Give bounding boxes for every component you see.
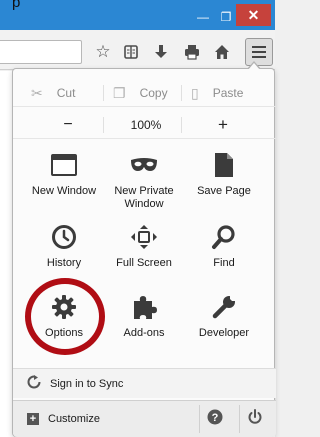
- private-mask-icon: [101, 147, 187, 183]
- new-private-window-button[interactable]: New Private Window: [101, 147, 187, 211]
- divider: [181, 85, 182, 101]
- history-label: History: [46, 257, 82, 269]
- quit-button[interactable]: [239, 405, 269, 433]
- history-clock-icon: [21, 219, 107, 255]
- print-icon[interactable]: [181, 41, 203, 63]
- help-icon: ?: [207, 409, 223, 430]
- options-highlight-annotation: [25, 278, 105, 355]
- copy-label: Copy: [139, 86, 168, 100]
- sign-in-to-sync-button[interactable]: Sign in to Sync: [13, 368, 276, 398]
- divider: [103, 117, 104, 133]
- save-page-label: Save Page: [197, 185, 251, 197]
- developer-label: Developer: [198, 327, 250, 339]
- developer-button[interactable]: Developer: [181, 289, 267, 340]
- new-private-window-label: New Private Window: [114, 185, 174, 210]
- sync-label: Sign in to Sync: [50, 377, 124, 390]
- new-window-icon: [21, 147, 107, 183]
- add-ons-label: Add-ons: [123, 327, 165, 339]
- customize-button[interactable]: + Customize: [27, 409, 100, 429]
- customize-plus-icon: +: [27, 413, 39, 425]
- cut-label: Cut: [56, 86, 76, 100]
- new-window-button[interactable]: New Window: [21, 147, 107, 198]
- clipboard-icon: ▯: [191, 84, 199, 101]
- paste-button[interactable]: ▯ Paste: [191, 83, 243, 103]
- history-button[interactable]: History: [21, 219, 107, 270]
- full-screen-label: Full Screen: [116, 257, 172, 269]
- menu-footer: + Customize ?: [13, 400, 276, 437]
- sync-icon: [27, 375, 41, 392]
- reading-list-icon[interactable]: [120, 41, 142, 63]
- developer-wrench-icon: [181, 289, 267, 325]
- divider: [103, 85, 104, 101]
- divider: [181, 117, 182, 133]
- window-titlebar: p — ❐ ✕: [0, 0, 275, 30]
- find-button[interactable]: Find: [181, 219, 267, 270]
- zoom-out-button[interactable]: −: [53, 115, 83, 135]
- find-magnifier-icon: [181, 219, 267, 255]
- power-icon: [247, 408, 263, 430]
- full-screen-button[interactable]: Full Screen: [101, 219, 187, 270]
- panel-arrow-fill: [248, 63, 260, 70]
- window-title: p: [12, 0, 21, 11]
- navigation-toolbar: ☆: [0, 30, 275, 70]
- add-ons-button[interactable]: Add-ons: [101, 289, 187, 340]
- edit-controls-row: ✂ Cut ❐ Copy ▯ Paste: [13, 77, 276, 107]
- save-page-icon: [181, 147, 267, 183]
- zoom-controls-row: − 100% +: [13, 109, 276, 139]
- menu-icon: [252, 46, 266, 48]
- addons-puzzle-icon: [101, 289, 187, 325]
- fullscreen-icon: [101, 219, 187, 255]
- save-page-button[interactable]: Save Page: [181, 147, 267, 198]
- scissors-icon: ✂: [31, 84, 43, 101]
- copy-button[interactable]: ❐ Copy: [113, 83, 168, 103]
- cut-button[interactable]: ✂ Cut: [31, 83, 75, 103]
- url-bar[interactable]: [0, 40, 82, 64]
- close-button[interactable]: ✕: [236, 4, 271, 26]
- home-icon[interactable]: [211, 41, 233, 63]
- bookmark-star-icon[interactable]: ☆: [92, 41, 114, 63]
- new-window-label: New Window: [31, 185, 97, 197]
- help-button[interactable]: ?: [199, 405, 229, 433]
- paste-label: Paste: [212, 86, 244, 100]
- main-menu-panel: ✂ Cut ❐ Copy ▯ Paste − 100% + New Window…: [12, 68, 276, 437]
- zoom-reset-button[interactable]: 100%: [121, 115, 171, 135]
- svg-text:?: ?: [211, 412, 218, 424]
- zoom-in-button[interactable]: +: [208, 115, 238, 135]
- downloads-icon[interactable]: [150, 41, 172, 63]
- find-label: Find: [213, 257, 235, 269]
- customize-label: Customize: [48, 413, 100, 425]
- copy-icon: ❐: [113, 84, 126, 101]
